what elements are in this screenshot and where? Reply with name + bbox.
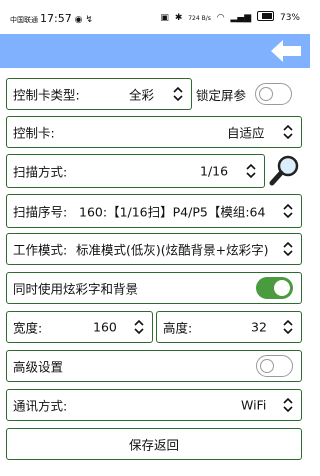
advanced-settings-toggle[interactable] xyxy=(256,355,293,377)
lock-screen-label: 锁定屏参 xyxy=(196,88,247,103)
advanced-settings-label: 高级设置 xyxy=(13,359,64,375)
card-type-label: 控制卡类型: xyxy=(13,87,80,103)
search-icon[interactable] xyxy=(269,153,301,187)
card-type-value: 全彩 xyxy=(129,87,155,103)
chevron-updown-icon xyxy=(283,319,293,335)
chevron-updown-icon xyxy=(134,319,144,335)
scan-mode-selector[interactable]: 扫描方式: 1/16 xyxy=(6,154,265,188)
arrow-left-icon[interactable] xyxy=(271,40,301,62)
card-type-selector[interactable]: 控制卡类型: 全彩 xyxy=(6,78,192,110)
chevron-updown-icon xyxy=(283,241,293,257)
comm-mode-selector[interactable]: 通讯方式: WiFi xyxy=(6,389,302,421)
app-bar xyxy=(0,34,310,68)
clock: 17:57 xyxy=(40,12,72,25)
battery-icon xyxy=(257,11,275,21)
work-mode-selector[interactable]: 工作模式: 标准模式(低灰)(炫酷背景+炫彩字) xyxy=(6,233,302,265)
height-selector[interactable]: 高度: 32 xyxy=(156,311,302,343)
height-label: 高度: xyxy=(163,320,193,336)
control-card-value: 自适应 xyxy=(227,125,265,141)
chevron-updown-icon xyxy=(173,86,183,102)
height-value: 32 xyxy=(251,319,267,335)
colorful-bg-label: 同时使用炫彩字和背景 xyxy=(13,281,139,297)
status-bar: 中国联通 17:57 ◉ ↯ ▣ ✱ 724 B/s ◠ ▂▄▆ 73% xyxy=(0,0,310,34)
save-return-button[interactable]: 保存返回 xyxy=(6,428,302,460)
scan-mode-label: 扫描方式: xyxy=(13,164,68,180)
control-card-selector[interactable]: 控制卡: 自适应 xyxy=(6,116,302,148)
eye-icon: ◉ xyxy=(74,15,83,25)
advanced-settings-row: 高级设置 xyxy=(6,350,302,382)
comm-mode-label: 通讯方式: xyxy=(13,398,68,414)
comm-mode-value: WiFi xyxy=(241,397,267,413)
carrier-name: 中国联通 xyxy=(10,16,38,24)
work-mode-label: 工作模式: xyxy=(13,242,68,258)
colorful-bg-row: 同时使用炫彩字和背景 xyxy=(6,272,302,304)
control-card-label: 控制卡: xyxy=(13,125,55,141)
width-value: 160 xyxy=(93,319,117,335)
colorful-bg-toggle[interactable] xyxy=(256,277,293,299)
lock-screen-toggle[interactable] xyxy=(255,83,292,105)
wifi-icon: ◠ xyxy=(216,13,225,23)
save-return-label: 保存返回 xyxy=(128,437,179,453)
scan-order-label: 扫描序号: xyxy=(13,204,68,220)
chevron-updown-icon xyxy=(283,203,293,219)
work-mode-value: 标准模式(低灰)(炫酷背景+炫彩字) xyxy=(76,242,269,258)
sync-icon: ↯ xyxy=(85,15,93,25)
signal-icon: ▂▄▆ xyxy=(230,13,252,23)
chevron-updown-icon xyxy=(246,163,256,179)
nfc-icon: ▣ xyxy=(160,13,169,23)
width-label: 宽度: xyxy=(13,320,43,336)
scan-order-selector[interactable]: 扫描序号: 160:【1/16扫】P4/P5【模组:64 xyxy=(6,194,302,228)
scan-order-value: 160:【1/16扫】P4/P5【模组:64 xyxy=(79,204,266,220)
status-right: ▣ ✱ 724 B/s ◠ ▂▄▆ 73% xyxy=(157,11,300,23)
battery-percent: 73% xyxy=(279,13,300,23)
scan-mode-value: 1/16 xyxy=(200,163,229,179)
chevron-updown-icon xyxy=(283,124,293,140)
width-selector[interactable]: 宽度: 160 xyxy=(6,311,153,343)
net-speed: 724 B/s xyxy=(188,15,211,22)
chevron-updown-icon xyxy=(283,397,293,413)
bluetooth-icon: ✱ xyxy=(174,13,183,23)
status-left: 中国联通 17:57 ◉ ↯ xyxy=(10,12,93,25)
